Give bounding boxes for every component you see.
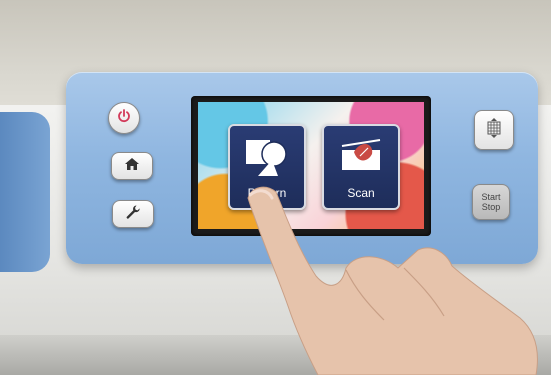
hand xyxy=(247,186,538,375)
